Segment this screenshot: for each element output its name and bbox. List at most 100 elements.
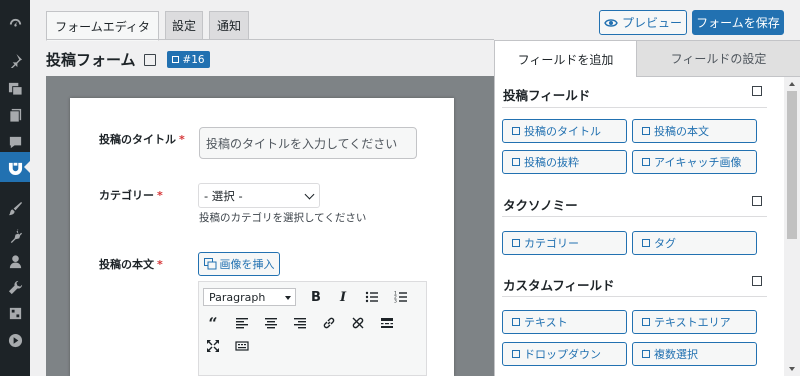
field-button-post-excerpt[interactable]: 投稿の抜粋 bbox=[502, 150, 627, 174]
scrollbar-thumb[interactable] bbox=[787, 91, 797, 239]
rich-text-editor[interactable]: Paragraph B I 123 “ bbox=[198, 281, 427, 376]
link-icon[interactable] bbox=[319, 314, 339, 332]
field-button-dropdown[interactable]: ドロップダウン bbox=[502, 342, 627, 366]
blockquote-icon[interactable]: “ bbox=[203, 314, 223, 333]
category-selected-value: - 選択 - bbox=[204, 188, 243, 203]
toolbar-toggle-icon[interactable] bbox=[232, 337, 252, 355]
tab-field-settings[interactable]: フィールドの設定 bbox=[637, 40, 800, 77]
title-placeholder: 投稿のタイトルを入力してください bbox=[206, 136, 398, 151]
form-title-checkbox[interactable] bbox=[143, 53, 156, 66]
field-button-label: テキスト bbox=[524, 316, 568, 329]
tab-label: 設定 bbox=[171, 19, 196, 33]
save-form-button[interactable]: フォームを保存 bbox=[692, 10, 784, 35]
form-plugin-icon[interactable] bbox=[0, 152, 31, 182]
square-icon bbox=[172, 56, 180, 63]
fullscreen-icon[interactable] bbox=[203, 337, 223, 355]
media-icon[interactable] bbox=[0, 73, 30, 103]
field-button-textarea[interactable]: テキストエリア bbox=[632, 310, 757, 334]
category-label-text: カテゴリー bbox=[99, 189, 154, 202]
align-left-icon[interactable] bbox=[232, 314, 252, 332]
italic-icon[interactable]: I bbox=[333, 288, 353, 306]
admin-sidebar bbox=[0, 0, 31, 376]
field-button-featured-image[interactable]: アイキャッチ画像 bbox=[632, 150, 757, 174]
square-icon bbox=[642, 158, 650, 166]
section-divider bbox=[502, 216, 767, 217]
section-title-post-fields: 投稿フィールド bbox=[503, 88, 591, 103]
tab-label: フィールドの設定 bbox=[670, 52, 767, 66]
field-button-label: 複数選択 bbox=[654, 348, 698, 361]
image-icon bbox=[203, 258, 216, 270]
content-label-text: 投稿の本文 bbox=[99, 258, 154, 271]
form-title: 投稿フォーム bbox=[46, 49, 156, 70]
field-button-category[interactable]: カテゴリー bbox=[502, 231, 627, 255]
field-button-label: テキストエリア bbox=[654, 316, 731, 329]
field-button-label: 投稿のタイトル bbox=[524, 125, 601, 138]
tab-form-editor[interactable]: フォームエディタ bbox=[46, 11, 159, 41]
field-button-label: カテゴリー bbox=[524, 237, 579, 250]
align-center-icon[interactable] bbox=[261, 314, 281, 332]
category-help-text: 投稿のカテゴリを選択してください bbox=[199, 212, 367, 224]
section-title-taxonomy: タクソノミー bbox=[503, 198, 578, 213]
pin-icon[interactable] bbox=[0, 45, 30, 75]
tab-label: フィールドを追加 bbox=[517, 52, 614, 67]
preview-label: プレビュー bbox=[621, 16, 682, 30]
numbered-list-icon[interactable]: 123 bbox=[391, 288, 411, 306]
bullet-list-icon[interactable] bbox=[362, 288, 382, 306]
tabs-divider bbox=[46, 39, 494, 40]
field-button-post-title[interactable]: 投稿のタイトル bbox=[502, 119, 627, 143]
section-toggle-checkbox[interactable] bbox=[752, 86, 762, 96]
read-more-icon[interactable] bbox=[377, 314, 397, 332]
square-icon bbox=[512, 127, 520, 135]
pages-icon[interactable] bbox=[0, 100, 30, 130]
dashboard-icon[interactable] bbox=[0, 8, 30, 38]
insert-image-button[interactable]: 画像を挿入 bbox=[198, 252, 280, 276]
preview-button[interactable]: プレビュー bbox=[599, 10, 687, 35]
settings-icon[interactable] bbox=[0, 298, 30, 328]
square-icon bbox=[512, 158, 520, 166]
tab-notifications[interactable]: 通知 bbox=[209, 11, 249, 39]
format-select[interactable]: Paragraph bbox=[203, 288, 296, 306]
field-button-label: ドロップダウン bbox=[524, 348, 601, 361]
tab-label: フォームエディタ bbox=[55, 19, 150, 34]
square-icon bbox=[642, 127, 650, 135]
field-button-post-content[interactable]: 投稿の本文 bbox=[632, 119, 757, 143]
section-toggle-checkbox[interactable] bbox=[752, 196, 762, 206]
chevron-down-icon bbox=[304, 189, 315, 200]
scroll-up-arrow-icon[interactable] bbox=[789, 82, 795, 86]
tab-settings[interactable]: 設定 bbox=[165, 11, 203, 39]
fields-list: 投稿フィールド 投稿のタイトル 投稿の本文 投稿の抜粋 アイキャッチ画像 タクソ… bbox=[494, 77, 784, 376]
fields-scrollbar[interactable] bbox=[784, 77, 800, 376]
svg-text:3: 3 bbox=[394, 299, 397, 305]
form-id-text: #16 bbox=[182, 53, 205, 66]
tab-add-field[interactable]: フィールドを追加 bbox=[494, 40, 637, 77]
scroll-down-arrow-icon[interactable] bbox=[789, 367, 795, 371]
align-right-icon[interactable] bbox=[290, 314, 310, 332]
square-icon bbox=[512, 350, 520, 358]
field-button-tag[interactable]: タグ bbox=[632, 231, 757, 255]
play-icon[interactable] bbox=[0, 325, 30, 355]
square-icon bbox=[642, 318, 650, 326]
tab-label: 通知 bbox=[216, 19, 241, 33]
square-icon bbox=[642, 239, 650, 247]
field-button-text[interactable]: テキスト bbox=[502, 310, 627, 334]
category-select[interactable]: - 選択 - bbox=[198, 183, 320, 208]
save-label: フォームを保存 bbox=[696, 16, 780, 30]
fields-panel: フィールドを追加 フィールドの設定 投稿フィールド 投稿のタイトル 投稿の本文 … bbox=[494, 40, 800, 376]
required-mark: * bbox=[157, 258, 163, 271]
post-title-input[interactable]: 投稿のタイトルを入力してください bbox=[199, 127, 417, 159]
section-toggle-checkbox[interactable] bbox=[752, 276, 762, 286]
category-field-label: カテゴリー * bbox=[99, 187, 163, 203]
appearance-icon[interactable] bbox=[0, 193, 30, 223]
title-label-text: 投稿のタイトル bbox=[99, 133, 176, 146]
form-title-text: 投稿フォーム bbox=[46, 51, 136, 69]
eye-icon bbox=[604, 18, 618, 27]
bold-icon[interactable]: B bbox=[306, 288, 326, 306]
required-mark: * bbox=[157, 189, 163, 202]
unlink-icon[interactable] bbox=[348, 314, 368, 332]
format-value: Paragraph bbox=[209, 290, 266, 304]
square-icon bbox=[512, 239, 520, 247]
field-button-label: 投稿の本文 bbox=[654, 125, 709, 138]
field-button-multiselect[interactable]: 複数選択 bbox=[632, 342, 757, 366]
field-button-label: 投稿の抜粋 bbox=[524, 156, 579, 169]
square-icon bbox=[642, 350, 650, 358]
